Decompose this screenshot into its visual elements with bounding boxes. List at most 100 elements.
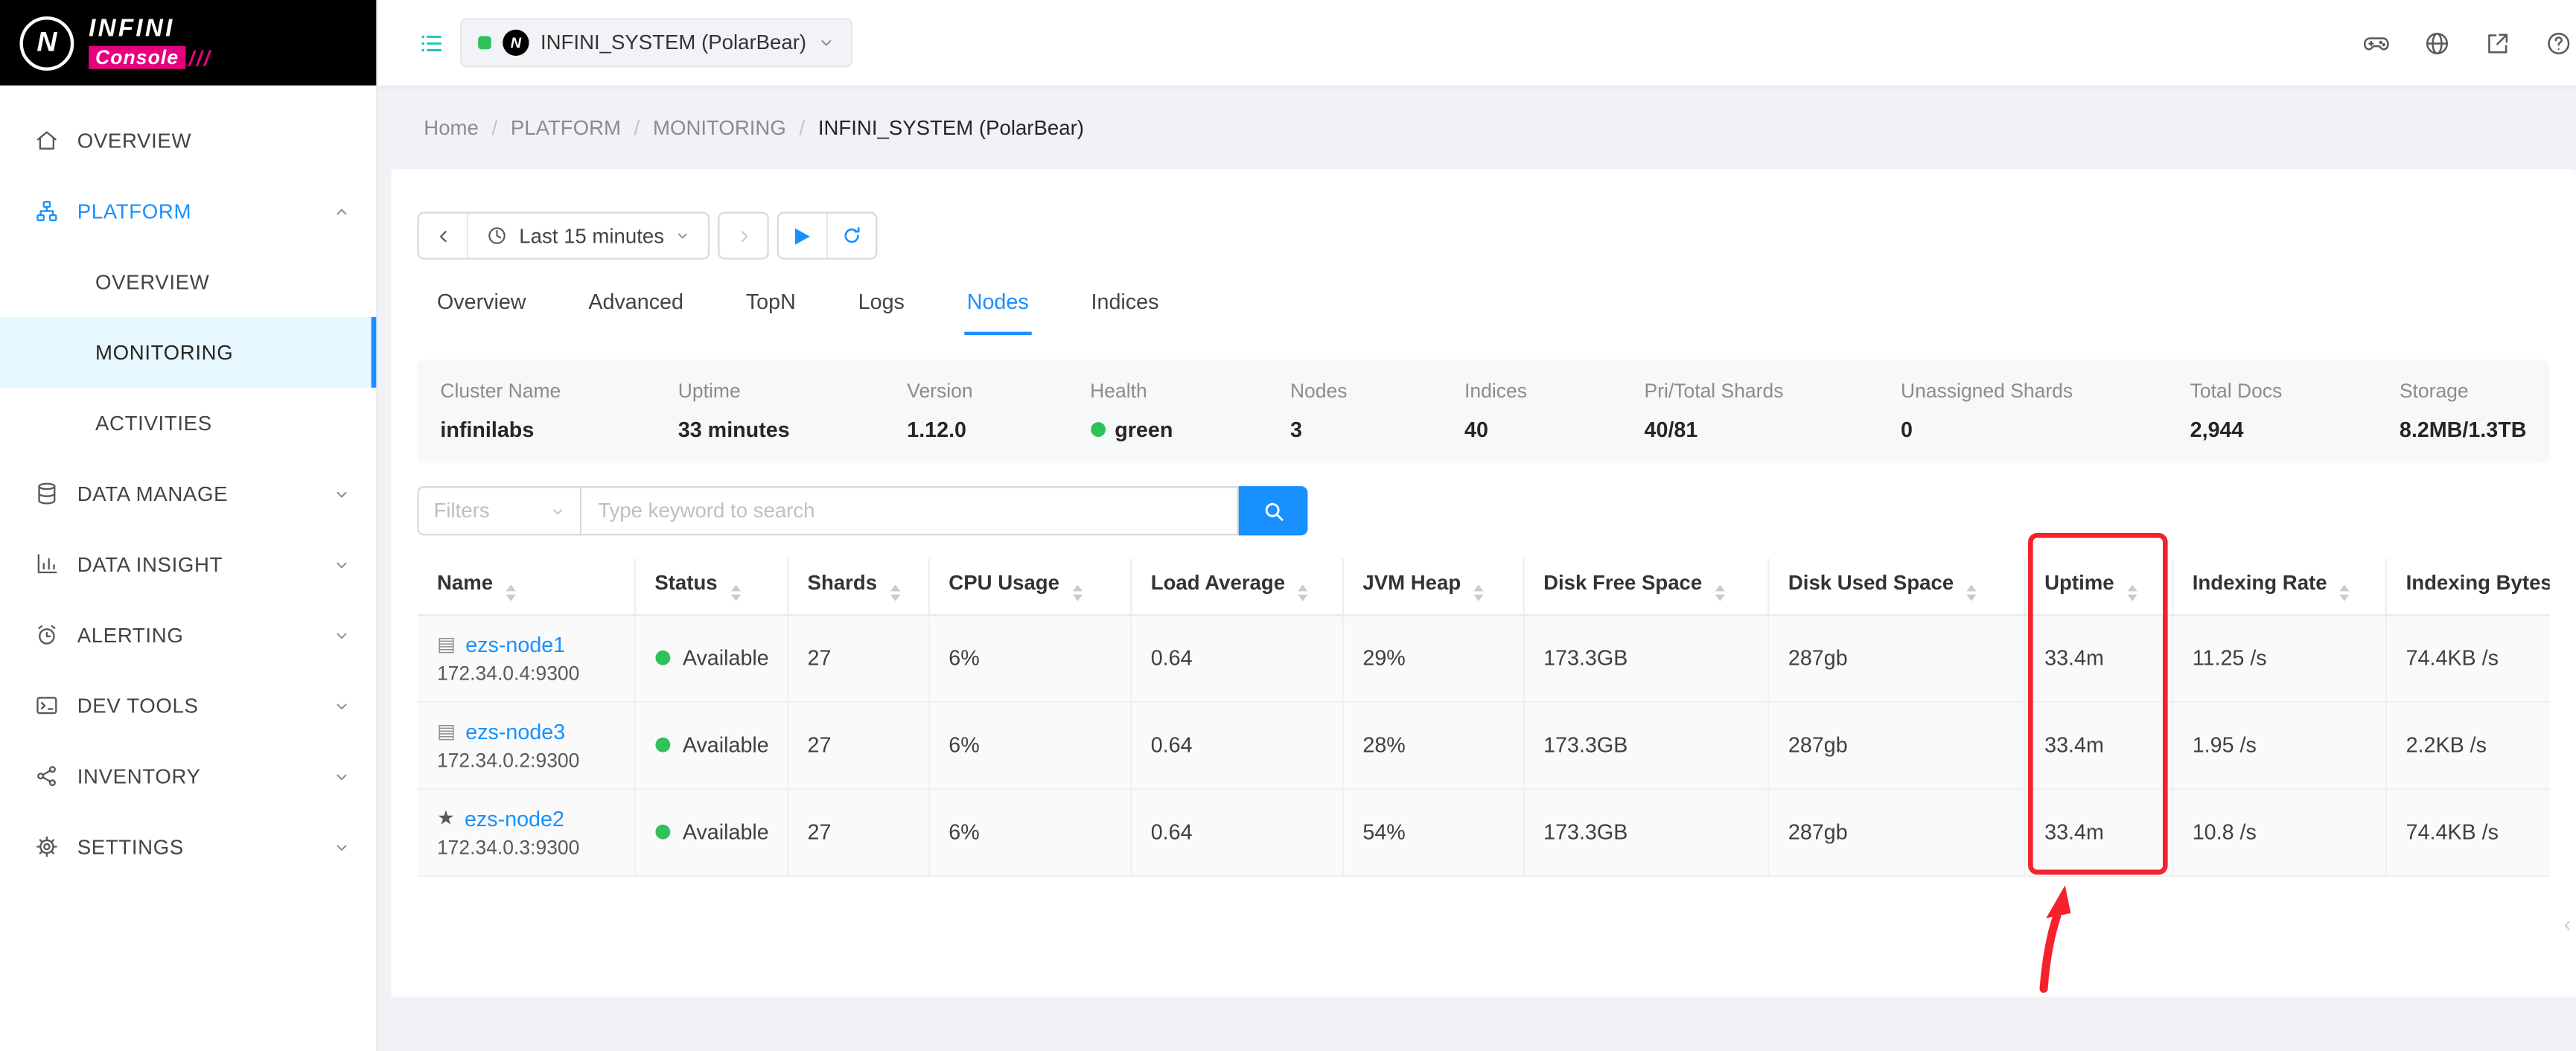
col-header-uptime[interactable]: Uptime (2024, 558, 2172, 614)
sidebar-subitem-monitoring[interactable]: MONITORING (0, 317, 376, 388)
cell-uptime: 33.4m (2024, 701, 2172, 788)
sort-icon (1073, 584, 1083, 601)
cell-disk-used: 287gb (1767, 701, 2024, 788)
col-header-jvm[interactable]: JVM Heap (1342, 558, 1523, 614)
cell-disk-free: 173.3GB (1523, 614, 1768, 701)
col-header-name[interactable]: Name (417, 558, 634, 614)
list-icon[interactable] (419, 31, 444, 55)
col-header-indexing-rate[interactable]: Indexing Rate (2172, 558, 2385, 614)
sidebar-subitem-label: MONITORING (95, 341, 233, 364)
status-dot (654, 738, 669, 753)
sidebar-item-label: OVERVIEW (77, 129, 191, 152)
cell-indexing-rate: 1.95 /s (2172, 701, 2385, 788)
chevron-down-icon (334, 838, 350, 854)
brand-logo[interactable]: N INFINI Console /// (0, 0, 376, 86)
sidebar-item-settings[interactable]: SETTINGS (0, 811, 376, 882)
gear-icon (33, 834, 59, 860)
cell-indexing-bytes: 74.4KB /s (2385, 788, 2550, 875)
col-header-disk-used[interactable]: Disk Used Space (1767, 558, 2024, 614)
breadcrumb-monitoring[interactable]: MONITORING (653, 117, 786, 140)
node-address: 172.34.0.4:9300 (437, 661, 613, 684)
chevron-down-icon (334, 627, 350, 643)
help-icon[interactable] (2545, 29, 2573, 57)
breadcrumb-platform[interactable]: PLATFORM (511, 117, 621, 140)
status-dot (654, 825, 669, 840)
tab-overview[interactable]: Overview (434, 286, 529, 335)
breadcrumb-separator: / (492, 117, 498, 140)
status-label: Available (683, 645, 769, 670)
node-name-link[interactable]: ezs-node3 (465, 718, 565, 743)
status-label: Available (683, 820, 769, 844)
clock-icon (486, 225, 508, 246)
time-controls: Last 15 minutes (417, 212, 2549, 260)
tab-nodes[interactable]: Nodes (963, 286, 1032, 335)
sort-icon (1298, 584, 1308, 601)
sidebar-subitem-overview[interactable]: OVERVIEW (0, 246, 376, 317)
time-prev-button[interactable] (419, 214, 467, 258)
database-icon (33, 480, 59, 506)
search-bar: Filters (417, 486, 2549, 535)
sidebar-item-alerting[interactable]: ALERTING (0, 599, 376, 670)
tab-indices[interactable]: Indices (1088, 286, 1162, 335)
sidebar-nav: OVERVIEW PLATFORM OVERVIEW MONITORING AC… (0, 86, 376, 882)
home-icon (33, 127, 59, 153)
stat-health: Health green (1090, 380, 1173, 442)
tab-logs[interactable]: Logs (855, 286, 908, 335)
sidebar-item-overview[interactable]: OVERVIEW (0, 105, 376, 176)
chevron-down-icon (818, 34, 835, 51)
node-icon: ▤ (437, 719, 456, 742)
cell-disk-used: 287gb (1767, 788, 2024, 875)
auto-refresh-play-button[interactable] (779, 214, 826, 258)
col-header-disk-free[interactable]: Disk Free Space (1523, 558, 1768, 614)
col-header-cpu[interactable]: CPU Usage (928, 558, 1130, 614)
sidebar-item-platform[interactable]: PLATFORM (0, 176, 376, 246)
cluster-selector[interactable]: N INFINI_SYSTEM (PolarBear) (460, 18, 852, 67)
time-range-selector[interactable]: Last 15 minutes (467, 214, 709, 258)
time-next-button[interactable] (720, 214, 768, 258)
node-icon: ▤ (437, 633, 456, 656)
sidebar-subitem-activities[interactable]: ACTIVITIES (0, 388, 376, 459)
chevron-down-icon (334, 697, 350, 714)
sidebar-item-data-manage[interactable]: DATA MANAGE (0, 459, 376, 529)
cell-disk-used: 287gb (1767, 614, 2024, 701)
filters-select[interactable]: Filters (417, 486, 581, 535)
cell-load: 0.64 (1130, 788, 1342, 875)
sidebar-item-dev-tools[interactable]: DEV TOOLS (0, 670, 376, 741)
tab-advanced[interactable]: Advanced (585, 286, 686, 335)
keyword-search-input[interactable] (581, 486, 1239, 535)
sidebar-item-label: DATA INSIGHT (77, 553, 223, 576)
search-button[interactable] (1239, 486, 1308, 535)
globe-icon[interactable] (2423, 29, 2452, 57)
cell-shards: 27 (787, 788, 928, 875)
sort-icon (1967, 584, 1977, 601)
tab-topn[interactable]: TopN (742, 286, 799, 335)
sidebar-item-inventory[interactable]: INVENTORY (0, 741, 376, 811)
sort-icon (2127, 584, 2137, 601)
table-header-row: Name Status Shards CPU Usage Load Averag… (417, 558, 2549, 614)
sidebar-item-data-insight[interactable]: DATA INSIGHT (0, 529, 376, 600)
node-name-link[interactable]: ezs-node2 (465, 805, 564, 830)
breadcrumb-separator: / (634, 117, 640, 140)
brand-name: INFINI (89, 16, 211, 41)
master-node-star-icon: ★ (437, 806, 455, 829)
play-icon (796, 228, 811, 244)
node-name-link[interactable]: ezs-node1 (465, 631, 565, 656)
gamepad-icon[interactable] (2362, 29, 2391, 57)
cell-status: Available (634, 701, 787, 788)
col-header-shards[interactable]: Shards (787, 558, 928, 614)
sidebar-subitem-label: ACTIVITIES (95, 412, 212, 435)
scroll-left-indicator[interactable]: ‹ (2564, 912, 2572, 936)
col-header-status[interactable]: Status (634, 558, 787, 614)
health-dot (1090, 422, 1105, 437)
chevron-down-icon (334, 556, 350, 572)
cell-cpu: 6% (928, 701, 1130, 788)
col-header-load[interactable]: Load Average (1130, 558, 1342, 614)
sort-icon (2340, 584, 2350, 601)
external-window-icon[interactable] (2484, 29, 2512, 57)
breadcrumb-home[interactable]: Home (424, 117, 479, 140)
cell-disk-free: 173.3GB (1523, 788, 1768, 875)
stat-unassigned-shards: Unassigned Shards 0 (1901, 380, 2073, 442)
cell-indexing-rate: 11.25 /s (2172, 614, 2385, 701)
refresh-button[interactable] (829, 214, 876, 258)
col-header-indexing-bytes[interactable]: Indexing Bytes (2385, 558, 2550, 614)
